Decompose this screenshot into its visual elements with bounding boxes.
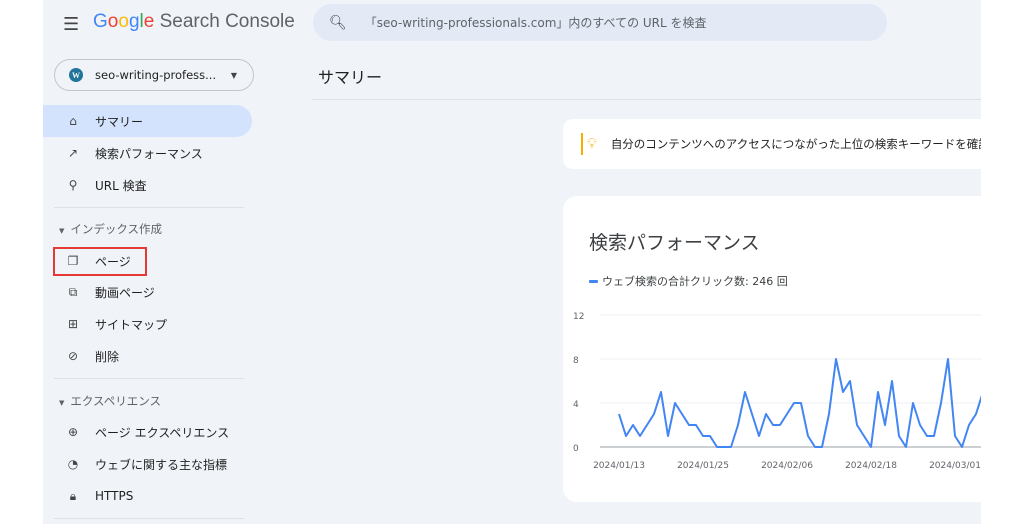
chevron-down-icon: ▼	[230, 70, 237, 80]
video-pages-icon: ⧉	[68, 284, 78, 299]
sidebar-item-url-inspection[interactable]: ⚲ URL 検査	[43, 169, 252, 201]
divider	[54, 378, 244, 379]
highlight-box	[53, 247, 147, 276]
y-tick-label: 12	[573, 312, 584, 322]
url-inspection-search-input[interactable]: 🔍︎ 「seo-writing-professionals.com」内のすべての …	[313, 4, 887, 41]
lock-icon: 🔒︎	[69, 488, 77, 503]
sitemap-icon: ⊞	[67, 317, 79, 331]
search-icon: ⚲	[68, 178, 78, 192]
y-tick-label: 0	[573, 444, 579, 454]
hamburger-menu-icon[interactable]: ☰	[63, 14, 79, 35]
sidebar-item-removals[interactable]: ⊘ 削除	[43, 340, 252, 372]
search-console-app: ☰ Google Search Console 🔍︎ 「seo-writing-p…	[43, 0, 981, 524]
sidebar-item-summary[interactable]: ⌂ サマリー	[43, 105, 252, 137]
divider	[312, 99, 981, 100]
home-icon: ⌂	[69, 114, 77, 128]
y-tick-label: 4	[573, 400, 579, 410]
section-indexing[interactable]: ▼ インデックス作成	[59, 221, 162, 237]
page-title: サマリー	[318, 68, 383, 87]
page-experience-icon: ⊕	[67, 425, 79, 439]
removals-icon: ⊘	[67, 349, 79, 363]
search-icon: 🔍︎	[329, 14, 347, 31]
sidebar-item-performance[interactable]: ↗ 検索パフォーマンス	[43, 137, 252, 169]
sidebar-item-sitemaps[interactable]: ⊞ サイトマップ	[43, 308, 252, 340]
y-tick-label: 8	[573, 356, 579, 366]
google-search-console-logo[interactable]: Google Search Console	[93, 11, 295, 33]
caret-down-icon: ▼	[59, 227, 65, 235]
x-tick-label: 2024/01/25	[677, 461, 729, 471]
speed-gauge-icon: ◔	[67, 457, 79, 471]
property-selector[interactable]: Wseo-writing-profess... ▼	[54, 59, 254, 91]
wordpress-icon: W	[69, 68, 83, 82]
x-tick-label: 2024/01/13	[593, 461, 645, 471]
trending-up-icon: ↗	[67, 146, 79, 160]
sidebar-item-video-pages[interactable]: ⧉ 動画ページ	[43, 276, 252, 308]
clicks-chart: 0 4 8 12 2024/01/13 2024/01/25 2024/02/06 2024/…	[573, 312, 981, 471]
sidebar-item-page-experience[interactable]: ⊕ ページ エクスペリエンス	[43, 416, 252, 448]
sidebar-item-core-web-vitals[interactable]: ◔ ウェブに関する主な指標	[43, 448, 252, 480]
divider	[54, 207, 244, 208]
performance-card[interactable]: 検索パフォーマンス ウェブ検索の合計クリック数: 246 回 0 4 8 12 2024…	[563, 196, 981, 502]
sidebar-item-https[interactable]: 🔒︎ HTTPS	[43, 480, 252, 512]
section-experience[interactable]: ▼ エクスペリエンス	[59, 393, 161, 409]
caret-down-icon: ▼	[59, 399, 65, 407]
divider	[54, 518, 244, 519]
x-tick-label: 2024/03/01	[929, 461, 981, 471]
x-tick-label: 2024/02/06	[761, 461, 813, 471]
tip-banner[interactable]: 💡︎ 自分のコンテンツへのアクセスにつながった上位の検索キーワードを確認	[563, 119, 981, 169]
lightbulb-icon: 💡︎	[587, 136, 597, 152]
x-tick-label: 2024/02/18	[845, 461, 897, 471]
